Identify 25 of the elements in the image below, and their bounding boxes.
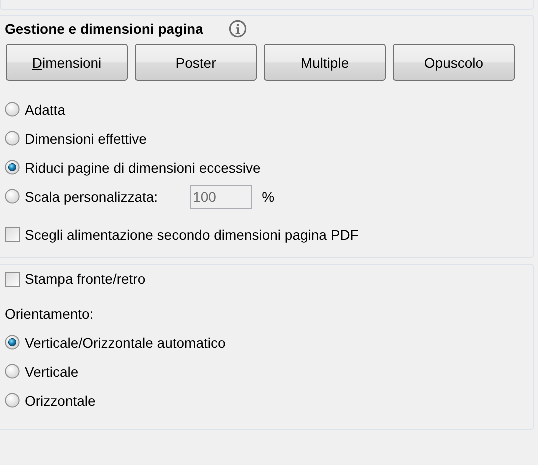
mode-button[interactable]: Opuscolo bbox=[393, 44, 515, 81]
option-label: Adatta bbox=[25, 102, 66, 118]
radio-button[interactable] bbox=[5, 131, 20, 146]
mode-button[interactable]: Dimensioni bbox=[6, 44, 128, 81]
option-label: Orizzontale bbox=[25, 392, 96, 408]
radio-button[interactable] bbox=[5, 160, 20, 175]
mode-button[interactable]: Poster bbox=[135, 44, 257, 81]
option-label: Dimensioni effettive bbox=[25, 130, 147, 146]
radio-button[interactable] bbox=[5, 393, 20, 408]
section-title: Gestione e dimensioni pagina bbox=[5, 21, 204, 37]
checkbox[interactable] bbox=[5, 227, 20, 242]
unit-label: % bbox=[262, 188, 275, 204]
option-label: Scala personalizzata: bbox=[25, 188, 158, 204]
checkbox[interactable] bbox=[5, 272, 20, 286]
radio-button[interactable] bbox=[5, 102, 20, 117]
radio-button[interactable] bbox=[5, 364, 20, 379]
mode-button[interactable]: Multiple bbox=[264, 44, 386, 81]
option-label: Verticale/Orizzontale automatico bbox=[25, 334, 226, 350]
option-label: Verticale bbox=[25, 364, 79, 380]
option-label: Scegli alimentazione secondo dimensioni pagina PDF bbox=[25, 226, 359, 242]
info-icon[interactable] bbox=[229, 20, 248, 38]
option-label: Riduci pagine di dimensioni eccessive bbox=[25, 160, 261, 176]
group-label: Orientamento: bbox=[5, 306, 95, 322]
radio-button[interactable] bbox=[5, 335, 20, 350]
option-label: Stampa fronte/retro bbox=[25, 271, 146, 287]
